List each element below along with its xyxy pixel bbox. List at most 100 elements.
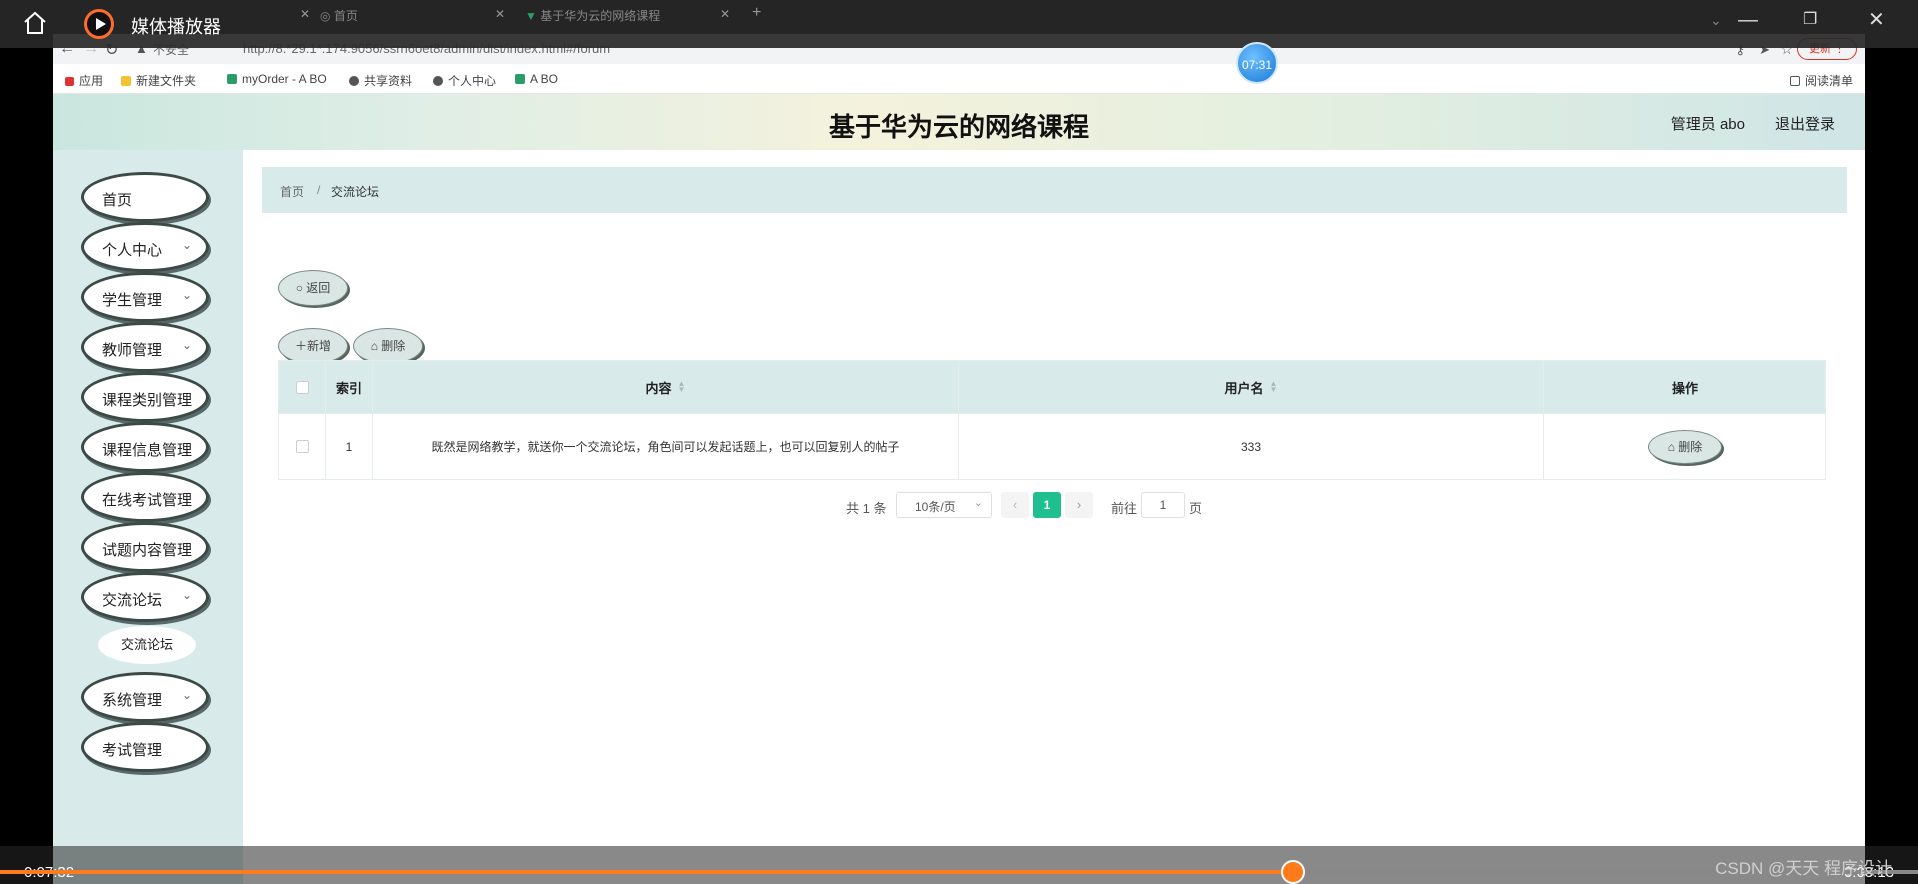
column-label: 用户名 <box>1224 380 1264 396</box>
forum-table: 索引 内容 ▲ ▼ 用户名 ▲ ▼ 操作 1 既然是网络教学，就送你一个交流论坛，角色间… <box>278 360 1826 480</box>
progress-knob[interactable] <box>1280 860 1305 884</box>
table-header: 索引 内容 ▲ ▼ 用户名 ▲ ▼ 操作 <box>279 361 1825 413</box>
tab-close-icon[interactable]: ✕ <box>720 7 730 33</box>
column-header-content[interactable]: 内容 ▲ ▼ <box>372 361 958 413</box>
sidebar: 首页 个人中心 ⌄ 学生管理 ⌄ 教师管理 ⌄ 课程类别管理 课程信息管理 在线考试管… <box>53 150 243 884</box>
page-size-select[interactable]: 10条/页 ⌄ <box>896 492 992 518</box>
sidebar-item-label: 学生管理 <box>102 292 163 309</box>
column-header-index: 索引 <box>325 361 372 413</box>
bookmark-label: 个人中心 <box>448 74 497 88</box>
sidebar-item-course-categories[interactable]: 课程类别管理 <box>81 372 209 422</box>
cell-actions: ⌂ 删除 <box>1543 414 1826 479</box>
globe-icon <box>349 76 359 86</box>
back-label: 返回 <box>306 281 331 295</box>
add-button[interactable]: ＋新增 <box>278 328 348 364</box>
tab-course[interactable]: ▼ 基于华为云的网络课程 <box>525 7 660 33</box>
next-page-button[interactable]: › <box>1065 492 1093 518</box>
breadcrumb-home[interactable]: 首页 <box>280 183 304 200</box>
vue-logo-icon <box>227 74 237 84</box>
tab-close-icon[interactable]: ✕ <box>300 7 310 33</box>
breadcrumb-separator: / <box>317 183 321 197</box>
progress-fill <box>0 870 1293 874</box>
new-tab-button[interactable]: + <box>752 4 761 30</box>
trash-icon: ⌂ <box>370 339 378 353</box>
chevron-left-icon: ‹ <box>1012 497 1018 512</box>
sidebar-item-forum[interactable]: 交流论坛 ⌄ <box>81 572 209 622</box>
bookmark-shared[interactable]: 共享资料 <box>349 72 412 89</box>
pager-total: 共 1 条 <box>846 501 887 516</box>
sidebar-item-students[interactable]: 学生管理 ⌄ <box>81 272 209 322</box>
goto-suffix: 页 <box>1189 501 1203 516</box>
delete-button[interactable]: ⌂ 删除 <box>353 328 423 364</box>
bookmark-label: 新建文件夹 <box>136 74 197 88</box>
sidebar-item-course-info[interactable]: 课程信息管理 <box>81 422 209 472</box>
column-header-actions: 操作 <box>1543 361 1826 413</box>
vue-logo-icon: ▼ <box>525 9 537 23</box>
bookmark-label: 共享资料 <box>364 74 413 88</box>
bookmark-myorder[interactable]: myOrder - A BO <box>227 72 327 86</box>
apps-grid-icon <box>65 77 74 86</box>
reading-list-icon <box>1789 76 1800 86</box>
logout-link[interactable]: 退出登录 <box>1775 113 1835 134</box>
goto-label: 前往 <box>1111 501 1138 516</box>
row-delete-button[interactable]: ⌂ 删除 <box>1648 429 1722 464</box>
sidebar-item-label: 首页 <box>102 192 133 209</box>
plus-icon: ＋ <box>294 339 307 353</box>
checkbox[interactable] <box>295 380 309 394</box>
row-checkbox-cell[interactable] <box>279 414 325 479</box>
chevron-down-icon: ⌄ <box>181 238 192 252</box>
sidebar-item-home[interactable]: 首页 <box>81 172 209 222</box>
globe-icon: ◎ <box>320 9 331 23</box>
sidebar-item-label: 在线考试管理 <box>102 492 193 509</box>
folder-icon <box>121 76 131 86</box>
tab-home[interactable]: ◎ 首页 <box>320 7 358 33</box>
sidebar-item-label: 试题内容管理 <box>102 542 193 559</box>
home-icon[interactable] <box>22 10 48 36</box>
chevron-down-icon[interactable]: ⌄ <box>1710 10 1722 30</box>
progress-bar[interactable] <box>0 860 1918 884</box>
sidebar-item-personal-center[interactable]: 个人中心 ⌄ <box>81 222 209 272</box>
sidebar-item-label: 系统管理 <box>102 692 163 709</box>
chevron-down-icon: ⌄ <box>181 688 192 702</box>
cell-username: 333 <box>958 414 1543 479</box>
search-icon: ○ <box>295 281 303 295</box>
breadcrumb: 首页 / 交流论坛 <box>262 167 1847 213</box>
close-icon[interactable]: ✕ <box>1868 10 1885 30</box>
select-all-checkbox[interactable] <box>279 361 325 413</box>
column-header-username[interactable]: 用户名 ▲ ▼ <box>958 361 1543 413</box>
current-user: 管理员 abo <box>1670 116 1745 133</box>
tab-close-icon[interactable]: ✕ <box>495 7 505 33</box>
breadcrumb-current: 交流论坛 <box>331 185 380 199</box>
sidebar-item-online-exams[interactable]: 在线考试管理 <box>81 472 209 522</box>
sidebar-item-system[interactable]: 系统管理 ⌄ <box>81 672 209 722</box>
tab-label: 首页 <box>333 9 358 23</box>
chevron-right-icon: › <box>1076 497 1082 512</box>
sort-icon[interactable]: ▲ ▼ <box>1270 380 1278 394</box>
sidebar-item-question-content[interactable]: 试题内容管理 <box>81 522 209 572</box>
minimize-icon[interactable]: — <box>1738 10 1758 30</box>
bookmark-new-folder[interactable]: 新建文件夹 <box>121 72 196 89</box>
cell-index: 1 <box>325 414 372 479</box>
bookmark-personal[interactable]: 个人中心 <box>433 72 496 89</box>
reading-list[interactable]: 阅读清单 <box>1789 72 1853 89</box>
player-bottom-bar: 0:07:32 0:03:13 <box>0 846 1918 884</box>
page-button-current[interactable]: 1 <box>1033 492 1061 518</box>
restore-icon[interactable]: ❐ <box>1803 10 1817 30</box>
vue-logo-icon <box>515 74 525 84</box>
app: 基于华为云的网络课程 管理员 abo 退出登录 首页 个人中心 ⌄ 学生管理 ⌄ 教… <box>53 94 1865 884</box>
sidebar-item-teachers[interactable]: 教师管理 ⌄ <box>81 322 209 372</box>
checkbox[interactable] <box>295 440 309 453</box>
sort-icon[interactable]: ▲ ▼ <box>678 380 686 394</box>
prev-page-button[interactable]: ‹ <box>1001 492 1029 518</box>
bookmark-label: 应用 <box>79 74 104 88</box>
bookmark-abo[interactable]: A BO <box>515 72 558 86</box>
sidebar-item-label: 教师管理 <box>102 342 163 359</box>
goto-page-input[interactable]: 1 <box>1141 492 1185 518</box>
cell-content: 既然是网络教学，就送你一个交流论坛，角色间可以发起话题上，也可以回复别人的帖子 <box>372 414 958 479</box>
sidebar-item-exam-management[interactable]: 考试管理 <box>81 722 209 772</box>
sidebar-subitem-forum[interactable]: 交流论坛 <box>98 626 196 664</box>
back-button[interactable]: ○ 返回 <box>278 270 348 306</box>
row-delete-label: 删除 <box>1678 439 1703 454</box>
player-top-bar: 媒体播放器 ✕ ◎ 首页 ✕ ▼ 基于华为云的网络课程 ✕ + ⌄ — ❐ ✕ <box>0 0 1918 48</box>
bookmark-apps[interactable]: 应用 <box>65 72 103 89</box>
